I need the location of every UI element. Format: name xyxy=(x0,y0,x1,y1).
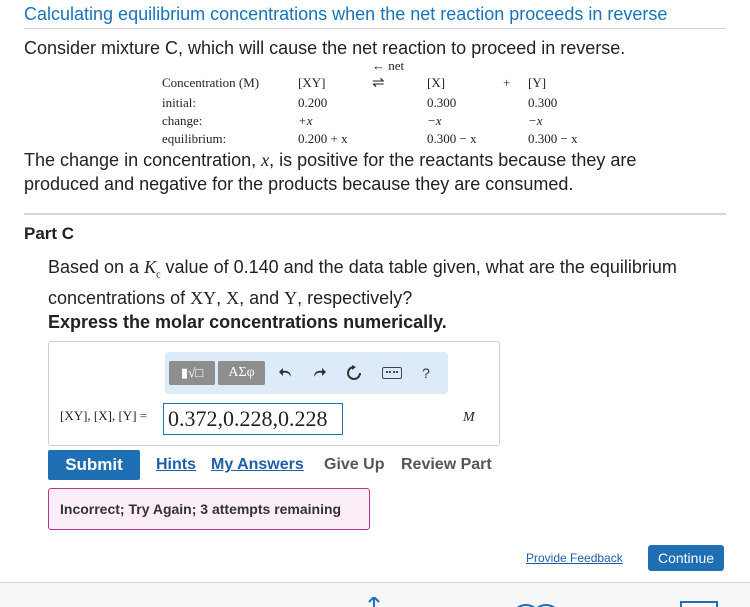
provide-feedback-link[interactable]: Provide Feedback xyxy=(526,551,623,565)
answer-unit: M xyxy=(463,410,475,425)
part-divider xyxy=(24,213,726,215)
templates-button[interactable]: ▮√□ xyxy=(169,361,215,385)
undo-icon xyxy=(279,368,291,377)
keyboard-icon xyxy=(382,367,402,379)
ice-header-y: [Y] xyxy=(528,75,547,90)
reaction-direction-label: ← net xyxy=(372,58,405,73)
redo-button[interactable] xyxy=(308,361,330,385)
kc-symbol: Kc xyxy=(144,257,161,281)
share-icon[interactable] xyxy=(366,597,382,607)
ice-header-xy: [XY] xyxy=(298,75,326,90)
ice-row-label-change: change: xyxy=(162,113,203,128)
explanation-variable: x xyxy=(261,150,270,170)
ice-row-label-initial: initial: xyxy=(162,95,196,110)
review-part-button[interactable]: Review Part xyxy=(401,456,492,474)
ice-row-label-equilibrium: equilibrium: xyxy=(162,131,227,146)
math-toolbar: ▮√□ ΑΣφ ? xyxy=(165,352,448,394)
tabs-icon[interactable] xyxy=(510,601,562,607)
ice-initial-xy: 0.200 xyxy=(298,95,328,110)
reset-button[interactable] xyxy=(343,361,365,385)
templates-icon: ▮√□ xyxy=(180,365,204,380)
reset-icon xyxy=(347,365,361,380)
ice-equilibrium-y: 0.300 − x xyxy=(528,131,578,146)
species-y: Y xyxy=(284,287,298,308)
answer-box: ▮√□ ΑΣφ ? [XY], [X], [Y] = 0.372,0.228,0… xyxy=(48,341,500,446)
ice-header-x: [X] xyxy=(427,75,446,90)
ice-change-xy: +x xyxy=(298,113,313,128)
question-sep-2: , and xyxy=(239,287,285,308)
ice-equilibrium-xy: 0.200 + x xyxy=(298,131,348,146)
feedback-message: Incorrect; Try Again; 3 attempts remaini… xyxy=(48,488,370,530)
continue-button[interactable]: Continue xyxy=(648,545,724,571)
help-button[interactable]: ? xyxy=(415,361,437,385)
greek-symbols-button[interactable]: ΑΣφ xyxy=(218,361,265,385)
explanation-part1: The change in concentration, xyxy=(24,150,262,170)
submit-button[interactable]: Submit xyxy=(48,450,140,480)
bookmarks-icon[interactable] xyxy=(680,601,718,607)
ice-header-concentration: Concentration (M) xyxy=(162,75,260,90)
page-title: Calculating equilibrium concentrations w… xyxy=(24,4,668,24)
explanation-text: The change in concentration, x, is posit… xyxy=(24,148,714,196)
give-up-button[interactable]: Give Up xyxy=(324,456,384,474)
keyboard-button[interactable] xyxy=(379,361,405,385)
question-sep-1: , xyxy=(216,287,227,308)
hints-link[interactable]: Hints xyxy=(156,456,196,474)
equilibrium-arrow-icon: ⇌ xyxy=(372,75,385,91)
question-part-a: Based on a xyxy=(48,257,145,277)
ice-equilibrium-x: 0.300 − x xyxy=(427,131,477,146)
species-x: X xyxy=(226,287,240,308)
answer-label: [XY], [X], [Y] = xyxy=(60,408,148,423)
ice-initial-y: 0.300 xyxy=(528,95,558,110)
species-xy: XY xyxy=(190,287,217,308)
help-icon: ? xyxy=(422,365,430,381)
browser-bottom-bar xyxy=(0,582,750,607)
question-text: Based on a Kc value of 0.140 and the dat… xyxy=(48,256,688,310)
undo-button[interactable] xyxy=(275,361,297,385)
title-divider xyxy=(24,28,726,29)
answer-input[interactable]: 0.372,0.228,0.228 xyxy=(163,403,343,435)
question-end: , respectively? xyxy=(297,287,413,308)
ice-change-x: −x xyxy=(427,113,442,128)
ice-change-y: −x xyxy=(528,113,543,128)
intro-text: Consider mixture C, which will cause the… xyxy=(24,38,626,58)
instruction-text: Express the molar concentrations numeric… xyxy=(48,312,447,332)
my-answers-link[interactable]: My Answers xyxy=(211,456,304,474)
ice-plus-sign: + xyxy=(503,75,511,90)
redo-icon xyxy=(314,368,326,377)
part-title: Part C xyxy=(24,224,75,243)
ice-initial-x: 0.300 xyxy=(427,95,457,110)
greek-symbols-label: ΑΣφ xyxy=(228,365,255,380)
